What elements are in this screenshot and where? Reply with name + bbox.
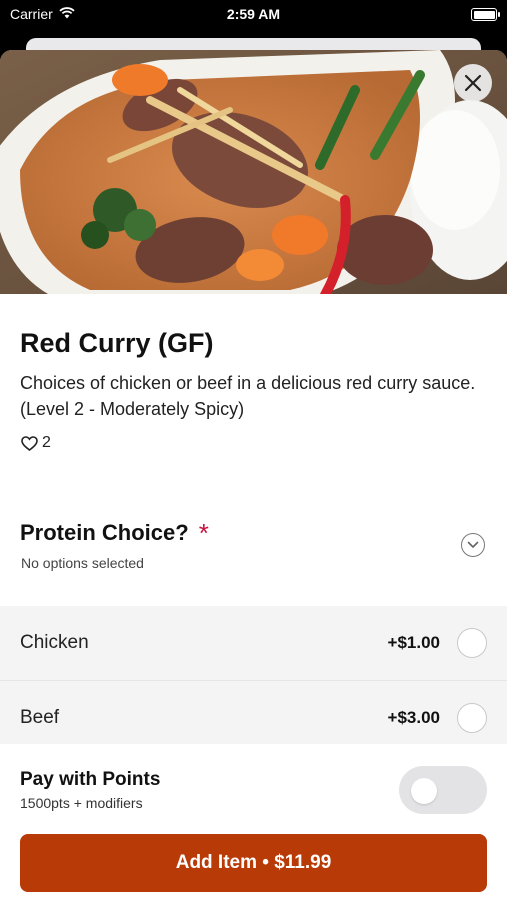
radio-button[interactable] — [457, 628, 487, 658]
heart-icon — [21, 435, 38, 451]
like-count: 2 — [42, 434, 51, 451]
close-button[interactable] — [454, 64, 492, 102]
add-item-button[interactable]: Add Item • $11.99 — [20, 834, 487, 892]
pay-with-points-toggle[interactable] — [399, 766, 487, 814]
like-button[interactable]: 2 — [21, 434, 51, 452]
protein-section-title: Protein Choice? * — [20, 520, 209, 546]
status-bar: Carrier 2:59 AM — [0, 0, 507, 30]
radio-button[interactable] — [457, 703, 487, 733]
checkout-footer: Pay with Points 1500pts + modifiers Add … — [0, 744, 507, 900]
item-detail-sheet: Red Curry (GF) Choices of chicken or bee… — [0, 50, 507, 900]
protein-selection-status: No options selected — [21, 555, 144, 571]
required-indicator: * — [198, 518, 209, 548]
protein-options-list: Chicken +$1.00 Beef +$3.00 — [0, 606, 507, 756]
points-cost: 1500pts + modifiers — [20, 795, 143, 811]
item-title: Red Curry (GF) — [20, 328, 214, 358]
status-time: 2:59 AM — [226, 6, 281, 22]
option-label: Beef — [20, 707, 60, 728]
option-label: Chicken — [20, 632, 89, 653]
collapse-toggle[interactable] — [461, 533, 485, 557]
option-price: +$3.00 — [387, 708, 440, 727]
battery-icon — [471, 8, 500, 21]
pay-with-points-label: Pay with Points — [20, 769, 161, 790]
close-icon — [464, 74, 482, 92]
chevron-down-icon — [467, 541, 479, 548]
item-photo — [0, 50, 507, 294]
protein-title: Protein Choice? — [20, 520, 189, 545]
item-description: Choices of chicken or beef in a deliciou… — [20, 373, 476, 419]
toggle-knob — [411, 778, 437, 804]
option-price: +$1.00 — [387, 633, 440, 652]
option-chicken[interactable]: Chicken +$1.00 — [0, 606, 507, 681]
